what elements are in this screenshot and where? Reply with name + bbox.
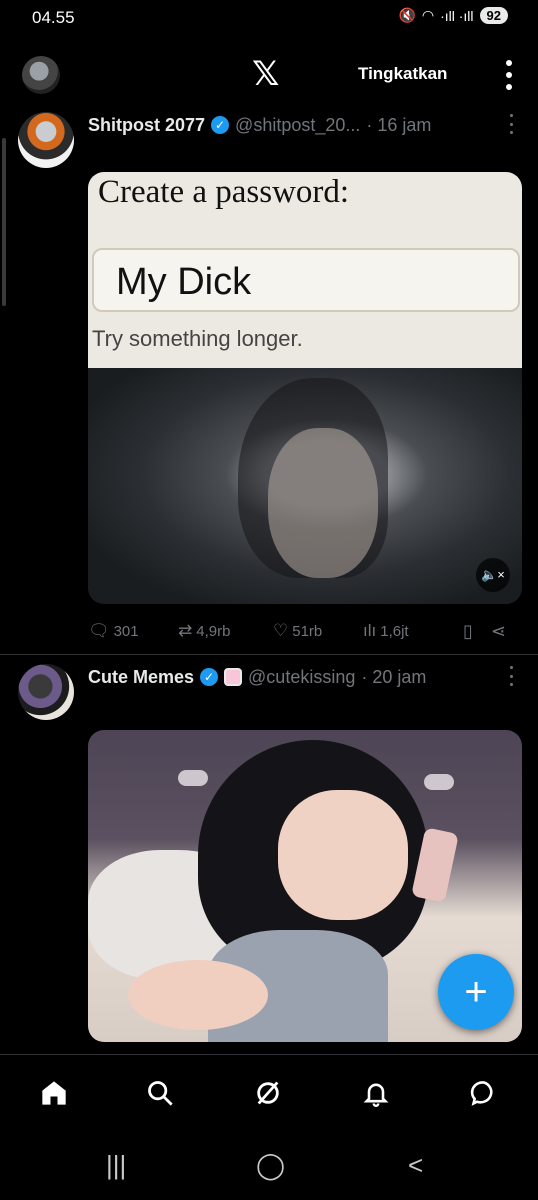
- video-mute-icon[interactable]: 🔈×: [476, 558, 510, 592]
- home-icon[interactable]: [34, 1073, 74, 1113]
- views-button[interactable]: ılı 1,6jt: [363, 621, 463, 641]
- post-divider: [0, 654, 538, 655]
- meme-panel: Create a password: My Dick Try something…: [88, 172, 522, 368]
- handle[interactable]: @shitpost_20...: [235, 115, 360, 136]
- search-icon[interactable]: [140, 1073, 180, 1113]
- status-icons: 🔇 ◠ ·ıll ·ıll 92: [398, 7, 508, 24]
- meme-title: Create a password:: [98, 174, 350, 210]
- compose-button[interactable]: +: [438, 954, 514, 1030]
- messages-icon[interactable]: [464, 1073, 504, 1113]
- view-count: 1,6jt: [380, 622, 409, 640]
- reply-icon: 🗨: [88, 621, 110, 640]
- character-face: [268, 428, 378, 578]
- status-time: 04.55: [32, 8, 75, 27]
- top-nav: 𝕏 Tingkatkan: [0, 50, 538, 100]
- cloud-decoration: [178, 770, 208, 786]
- signal-icon: ·ıll ·ıll: [440, 7, 474, 24]
- system-home-icon[interactable]: ◯: [256, 1150, 285, 1181]
- battery-indicator: 92: [479, 7, 508, 24]
- affiliate-badge-icon: [224, 668, 243, 686]
- grok-icon[interactable]: [248, 1073, 288, 1113]
- meme-error-text: Try something longer.: [92, 326, 303, 351]
- meme-field-text: My Dick: [116, 261, 252, 303]
- post-time[interactable]: · 20 jam: [361, 667, 426, 688]
- post-header: Shitpost 2077 ✓ @shitpost_20... · 16 jam: [88, 112, 518, 138]
- mute-status-icon: 🔇: [398, 7, 416, 23]
- verified-badge-icon: ✓: [200, 668, 219, 686]
- like-count: 51rb: [292, 622, 323, 640]
- share-icon[interactable]: ⋖: [491, 621, 506, 642]
- profile-avatar[interactable]: [22, 56, 60, 94]
- bell-icon[interactable]: [356, 1073, 396, 1113]
- character-arm: [128, 960, 268, 1030]
- recent-apps-icon[interactable]: |||: [106, 1150, 126, 1181]
- heart-icon: ♡: [273, 621, 289, 640]
- post-header: Cute Memes ✓ @cutekissing · 20 jam: [88, 664, 518, 690]
- verified-badge-icon: ✓: [211, 116, 230, 134]
- cloud-decoration: [424, 774, 454, 790]
- back-icon[interactable]: <: [408, 1150, 423, 1181]
- post-time[interactable]: · 16 jam: [366, 115, 431, 136]
- more-options-icon[interactable]: [504, 60, 514, 90]
- reply-count: 301: [113, 622, 139, 640]
- meme-video-frame: [88, 368, 522, 604]
- repost-button[interactable]: ⇄ 4,9rb: [178, 621, 273, 641]
- bottom-tab-bar: [0, 1054, 538, 1130]
- like-button[interactable]: ♡ 51rb: [273, 621, 363, 641]
- post-actions: 🗨 301 ⇄ 4,9rb ♡ 51rb ılı 1,6jt ▯ ⋖: [88, 618, 518, 644]
- scroll-indicator[interactable]: [2, 138, 6, 306]
- wifi-icon: ◠: [421, 7, 435, 23]
- character-face: [278, 790, 408, 920]
- repost-count: 4,9rb: [196, 622, 231, 640]
- avatar[interactable]: [18, 112, 74, 168]
- reply-button[interactable]: 🗨 301: [88, 621, 178, 641]
- post-more-icon[interactable]: [508, 666, 514, 686]
- plus-icon: +: [464, 969, 488, 1014]
- meme-password-field: My Dick: [92, 248, 520, 312]
- bookmark-icon[interactable]: ▯: [463, 621, 473, 642]
- display-name[interactable]: Shitpost 2077: [88, 115, 205, 136]
- repost-icon: ⇄: [178, 621, 193, 640]
- handle[interactable]: @cutekissing: [248, 667, 355, 688]
- system-nav-bar: ||| ◯ <: [0, 1130, 538, 1200]
- upgrade-link[interactable]: Tingkatkan: [358, 64, 447, 84]
- x-logo-icon[interactable]: 𝕏: [252, 54, 279, 94]
- views-icon: ılı: [363, 621, 377, 640]
- status-bar: 04.55 🔇 ◠ ·ıll ·ıll 92: [0, 0, 538, 40]
- avatar[interactable]: [18, 664, 74, 720]
- display-name[interactable]: Cute Memes: [88, 667, 194, 688]
- post-more-icon[interactable]: [508, 114, 514, 134]
- post-media[interactable]: Create a password: My Dick Try something…: [88, 172, 522, 604]
